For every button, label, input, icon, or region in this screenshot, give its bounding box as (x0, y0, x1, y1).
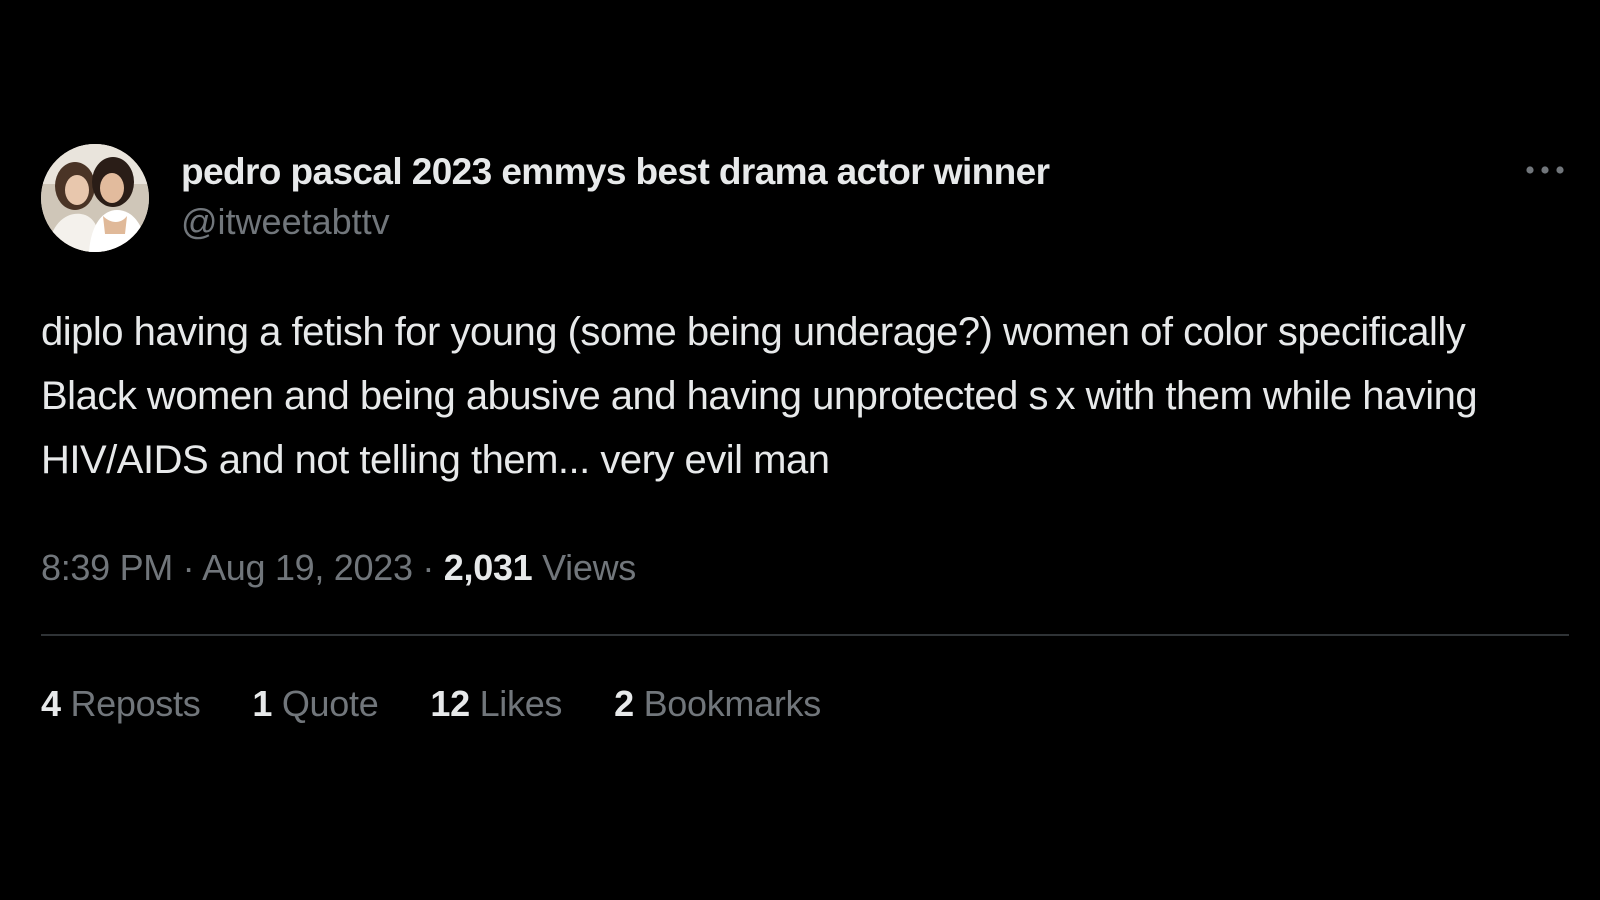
quotes-stat[interactable]: 1 Quote (252, 682, 378, 726)
tweet-text: diplo having a fetish for young (some be… (41, 310, 1478, 482)
reposts-label: Reposts (70, 683, 201, 724)
meta-separator: · (422, 547, 435, 588)
quotes-label: Quote (281, 683, 379, 724)
user-handle[interactable]: @itweetabttv (181, 200, 1049, 244)
tweet-meta: 8:39 PM · Aug 19, 2023 · 2,031 Views (41, 546, 1569, 590)
views-label: Views (542, 547, 636, 588)
bookmarks-count: 2 (614, 683, 634, 724)
quotes-count: 1 (252, 683, 273, 724)
bookmarks-label: Bookmarks (643, 683, 822, 724)
likes-count: 12 (430, 683, 470, 724)
tweet-header: pedro pascal 2023 emmys best drama actor… (41, 144, 1569, 252)
author-names: pedro pascal 2023 emmys best drama actor… (181, 150, 1050, 244)
ellipsis-icon (1526, 166, 1564, 174)
reposts-count: 4 (41, 683, 61, 724)
tweet-date[interactable]: Aug 19, 2023 (202, 547, 413, 588)
avatar-image (41, 144, 149, 252)
reposts-stat[interactable]: 4 Reposts (41, 682, 201, 726)
divider (41, 634, 1569, 636)
engagement-stats: 4 Reposts 1 Quote 12 Likes 2 Bookmarks (41, 682, 1569, 726)
views-count: 2,031 (443, 547, 533, 588)
likes-stat[interactable]: 12 Likes (430, 682, 562, 726)
tweet: pedro pascal 2023 emmys best drama actor… (41, 144, 1569, 726)
likes-label: Likes (479, 683, 563, 724)
bookmarks-stat[interactable]: 2 Bookmarks (614, 682, 821, 726)
tweet-time[interactable]: 8:39 PM (41, 547, 173, 588)
more-options-button[interactable] (1521, 158, 1569, 182)
avatar[interactable] (41, 144, 149, 252)
meta-separator: · (182, 547, 195, 588)
display-name[interactable]: pedro pascal 2023 emmys best drama actor… (181, 150, 1050, 194)
